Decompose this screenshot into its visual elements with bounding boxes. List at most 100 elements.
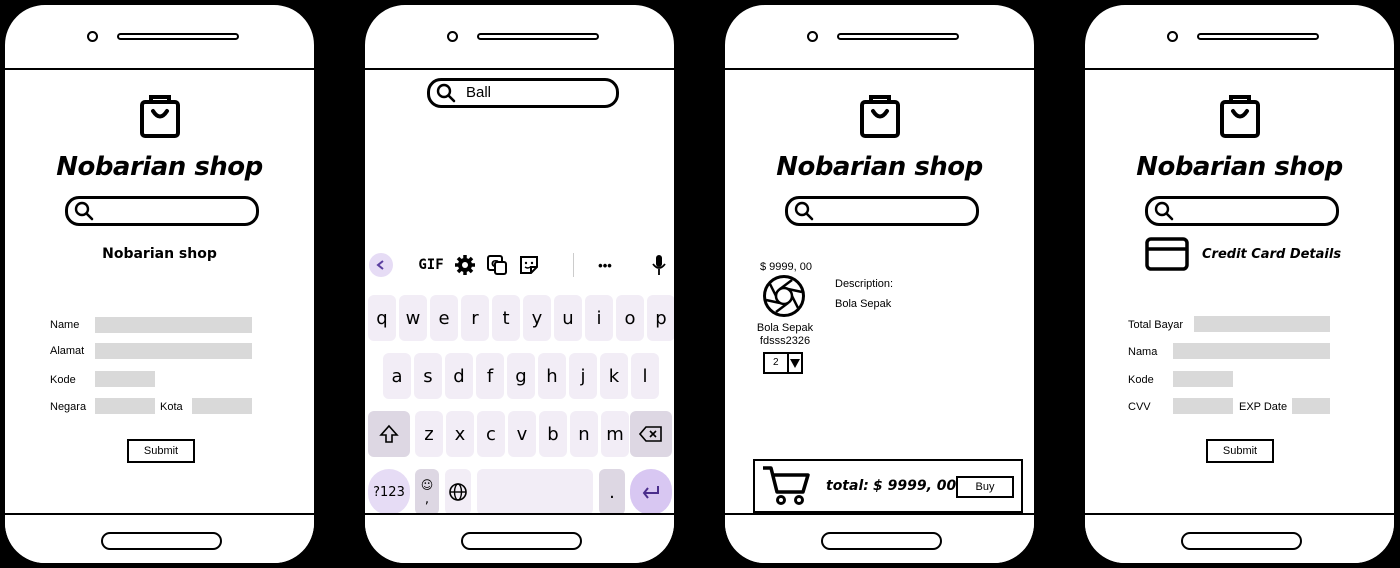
cvv-field[interactable] xyxy=(1173,398,1233,414)
key-b[interactable]: b xyxy=(539,411,567,457)
phone-bottom-bezel xyxy=(725,513,1034,563)
home-button[interactable] xyxy=(461,532,582,550)
submit-button[interactable]: Submit xyxy=(1206,439,1274,463)
key-z[interactable]: z xyxy=(415,411,443,457)
key-e[interactable]: e xyxy=(430,295,458,341)
gear-icon xyxy=(455,255,475,275)
emoji-comma-key[interactable]: ☺ , xyxy=(415,469,439,515)
key-s[interactable]: s xyxy=(414,353,442,399)
speaker-icon xyxy=(477,33,599,40)
key-o[interactable]: o xyxy=(616,295,644,341)
kode-field[interactable] xyxy=(95,371,155,387)
search-input[interactable] xyxy=(785,196,979,226)
period-key[interactable]: . xyxy=(599,469,625,515)
exp-date-field[interactable] xyxy=(1292,398,1330,414)
dropdown-arrow xyxy=(787,354,801,372)
more-options-button[interactable]: ••• xyxy=(593,253,617,277)
key-a[interactable]: a xyxy=(383,353,411,399)
total-bayar-field[interactable] xyxy=(1194,316,1330,332)
key-q[interactable]: q xyxy=(368,295,396,341)
description-value: Bola Sepak xyxy=(835,298,892,310)
phone-address-form: Nobarian shop Nobarian shop Name Alamat … xyxy=(3,3,316,565)
key-n[interactable]: n xyxy=(570,411,598,457)
product-image-icon xyxy=(763,275,805,317)
language-key[interactable] xyxy=(445,469,471,515)
space-key[interactable] xyxy=(477,469,593,515)
alamat-field[interactable] xyxy=(95,343,252,359)
search-input[interactable] xyxy=(1145,196,1339,226)
total-label: total: xyxy=(826,478,869,494)
phone-top-bezel xyxy=(5,5,314,70)
key-y[interactable]: y xyxy=(523,295,551,341)
kode-label: Kode xyxy=(1128,374,1154,386)
key-m[interactable]: m xyxy=(601,411,629,457)
search-input[interactable] xyxy=(65,196,259,226)
product-title: Bola Sepak xyxy=(756,322,814,334)
name-field[interactable] xyxy=(95,317,252,333)
key-d[interactable]: d xyxy=(445,353,473,399)
search-icon xyxy=(436,83,456,103)
home-button[interactable] xyxy=(821,532,942,550)
key-t[interactable]: t xyxy=(492,295,520,341)
kode-field[interactable] xyxy=(1173,371,1233,387)
gif-button[interactable]: GIF xyxy=(417,253,445,277)
key-f[interactable]: f xyxy=(476,353,504,399)
key-v[interactable]: v xyxy=(508,411,536,457)
chevron-left-icon xyxy=(376,260,384,270)
page-title: Nobarian shop xyxy=(776,152,983,182)
total-bayar-label: Total Bayar xyxy=(1128,319,1184,331)
credit-card-title: Credit Card Details xyxy=(1202,247,1342,262)
negara-field[interactable] xyxy=(95,398,155,414)
key-h[interactable]: h xyxy=(538,353,566,399)
nama-field[interactable] xyxy=(1173,343,1330,359)
key-c[interactable]: c xyxy=(477,411,505,457)
globe-icon xyxy=(449,483,467,501)
quantity-value: 2 xyxy=(773,357,779,368)
key-w[interactable]: w xyxy=(399,295,427,341)
shopping-bag-icon xyxy=(1220,94,1260,138)
enter-icon xyxy=(642,486,659,499)
phone-search-keyboard: Ball GIF G xyxy=(363,3,676,565)
key-j[interactable]: j xyxy=(569,353,597,399)
form-title: Nobarian shop xyxy=(102,246,217,262)
translate-icon: G xyxy=(487,255,507,275)
camera-icon xyxy=(1167,31,1178,42)
quantity-select[interactable]: 2 xyxy=(763,352,803,374)
submit-button[interactable]: Submit xyxy=(127,439,195,463)
page-title: Nobarian shop xyxy=(1136,152,1343,182)
shift-key[interactable] xyxy=(368,411,410,457)
search-icon xyxy=(794,201,814,221)
phone-top-bezel xyxy=(365,5,674,70)
translate-button[interactable]: G xyxy=(485,253,509,277)
key-x[interactable]: x xyxy=(446,411,474,457)
home-button[interactable] xyxy=(101,532,222,550)
enter-key[interactable] xyxy=(630,469,672,515)
key-g[interactable]: g xyxy=(507,353,535,399)
cart-icon xyxy=(763,466,810,505)
sticker-icon xyxy=(520,256,538,274)
home-button[interactable] xyxy=(1181,532,1302,550)
phone-credit-card: Nobarian shop Credit Card Details Total … xyxy=(1083,3,1396,565)
speaker-icon xyxy=(117,33,239,40)
exp-date-label: EXP Date xyxy=(1239,401,1288,413)
key-r[interactable]: r xyxy=(461,295,489,341)
backspace-key[interactable] xyxy=(630,411,672,457)
search-icon xyxy=(74,201,94,221)
keyboard-collapse-button[interactable] xyxy=(369,253,393,277)
key-k[interactable]: k xyxy=(600,353,628,399)
key-i[interactable]: i xyxy=(585,295,613,341)
sticker-button[interactable] xyxy=(517,253,541,277)
cvv-label: CVV xyxy=(1128,401,1151,413)
shopping-bag-icon xyxy=(140,94,180,138)
screen: Nobarian shop $ 9999, 00 Bola Sepak fdss… xyxy=(725,70,1034,513)
key-u[interactable]: u xyxy=(554,295,582,341)
key-p[interactable]: p xyxy=(647,295,674,341)
kota-field[interactable] xyxy=(192,398,252,414)
symbols-key[interactable]: ?123 xyxy=(368,469,410,515)
microphone-button[interactable] xyxy=(649,253,669,277)
search-input[interactable]: Ball xyxy=(427,78,619,108)
key-l[interactable]: l xyxy=(631,353,659,399)
settings-button[interactable] xyxy=(453,253,477,277)
buy-button[interactable]: Buy xyxy=(956,476,1014,498)
checkout-bar: total: $ 9999, 00 Buy xyxy=(753,459,1023,513)
